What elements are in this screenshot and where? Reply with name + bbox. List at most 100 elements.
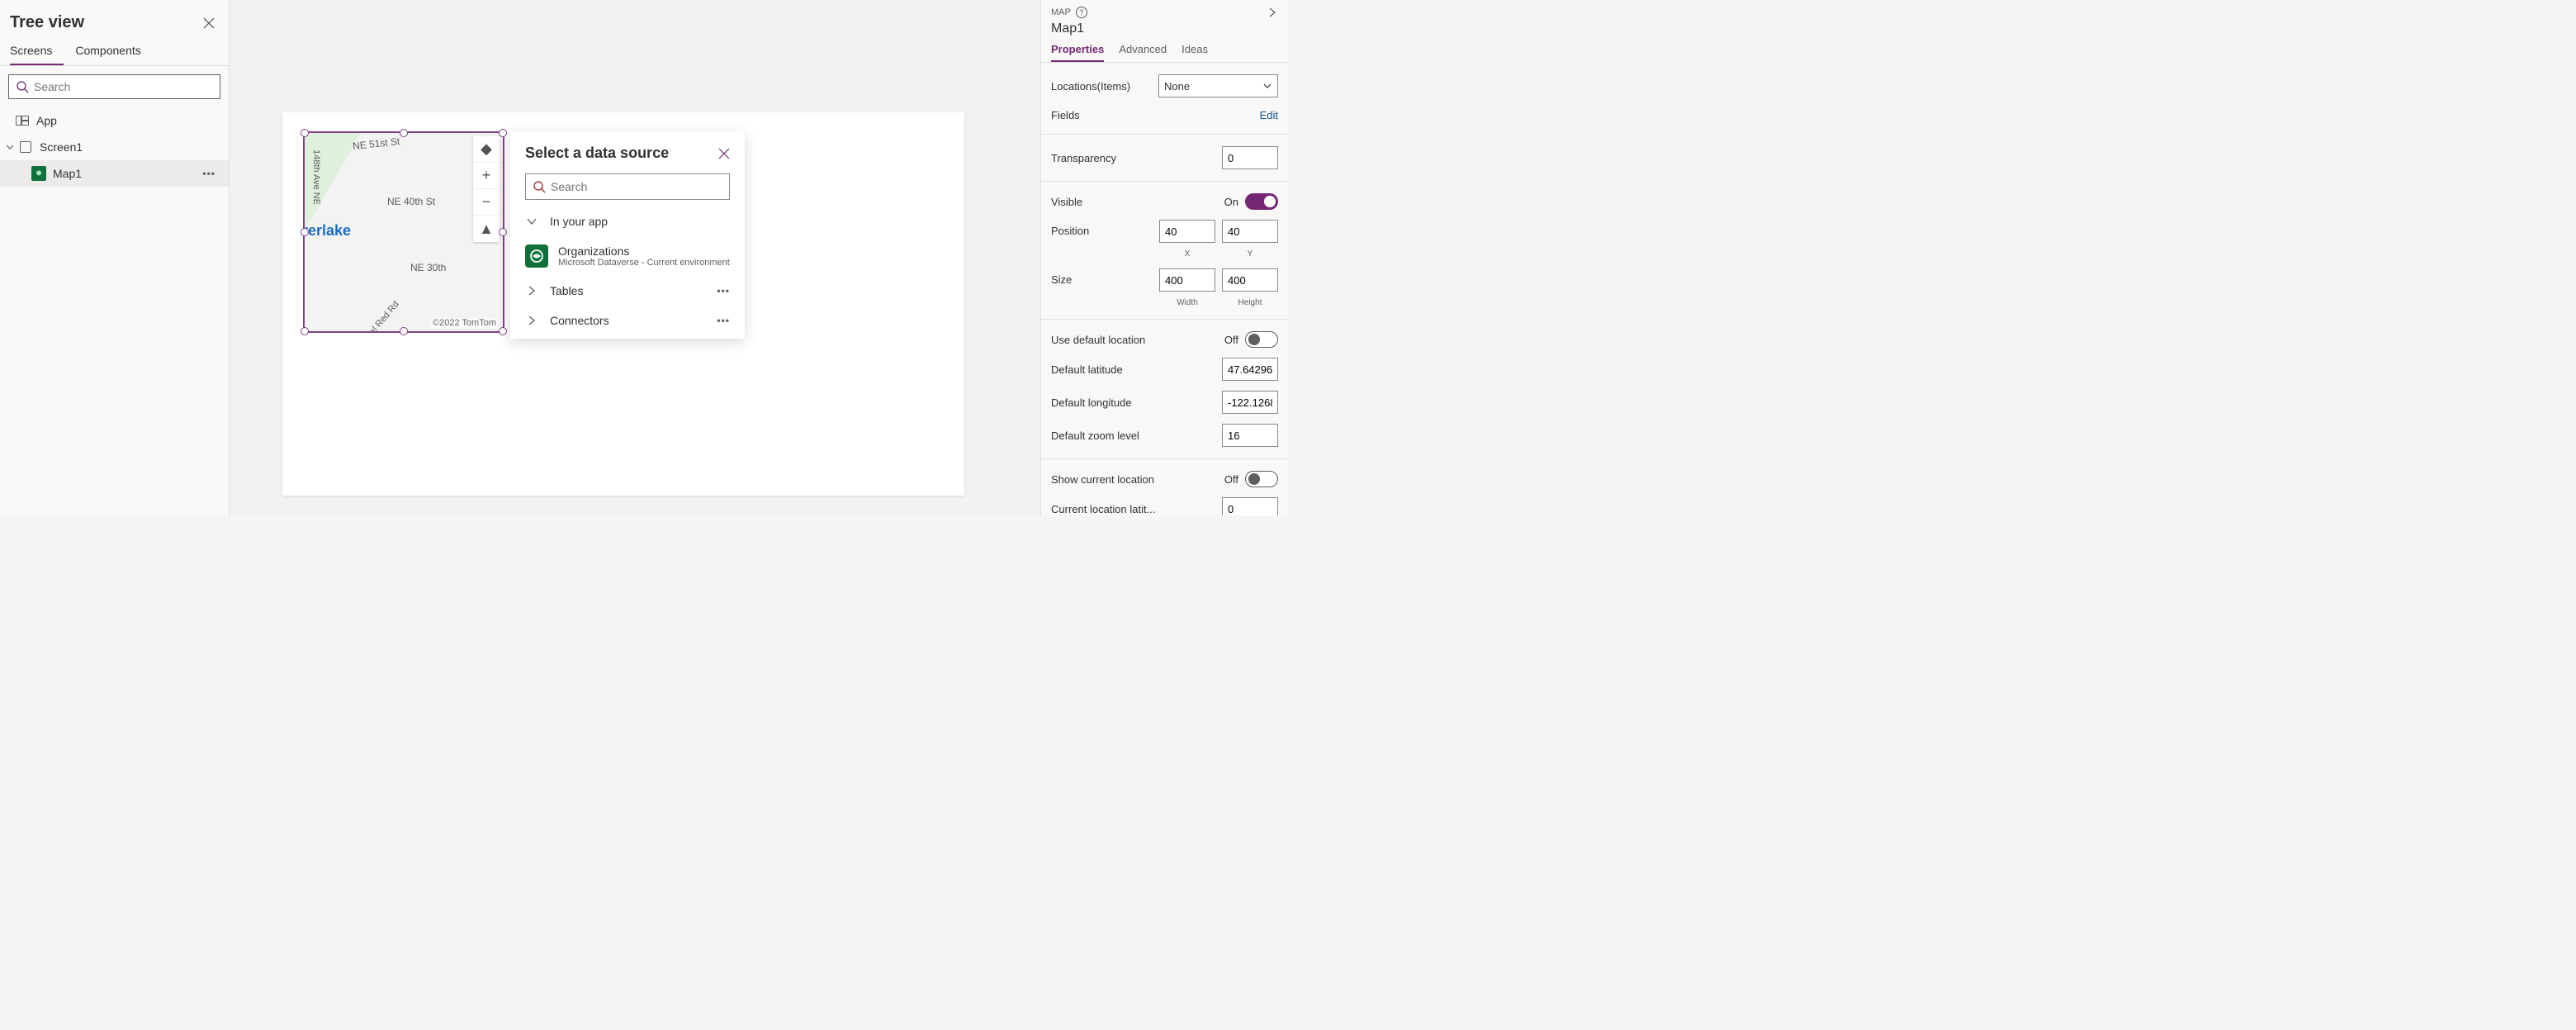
- default-lat-input[interactable]: [1222, 358, 1278, 381]
- screen-icon: [20, 141, 31, 153]
- tree-view-panel: Tree view Screens Components App Screen1…: [0, 0, 230, 515]
- resize-handle[interactable]: [301, 228, 309, 236]
- map-street-label: NE 40th St: [387, 196, 435, 207]
- default-lon-input[interactable]: [1222, 391, 1278, 414]
- search-icon: [533, 180, 546, 193]
- section-label: In your app: [550, 215, 608, 228]
- prop-label-default-lon: Default longitude: [1051, 396, 1132, 409]
- position-x-input[interactable]: [1159, 220, 1215, 243]
- data-source-name: Organizations: [558, 244, 730, 258]
- prop-label-use-default: Use default location: [1051, 334, 1145, 346]
- prop-label-show-current: Show current location: [1051, 473, 1154, 486]
- resize-handle[interactable]: [400, 327, 408, 335]
- section-in-your-app[interactable]: In your app: [510, 206, 745, 236]
- tab-screens[interactable]: Screens: [10, 39, 64, 65]
- data-source-search[interactable]: [525, 173, 730, 200]
- visible-state-label: On: [1224, 196, 1238, 208]
- chevron-down-icon: [1262, 81, 1272, 91]
- prop-label-fields: Fields: [1051, 109, 1080, 121]
- tab-advanced[interactable]: Advanced: [1119, 43, 1167, 62]
- x-axis-label: X: [1159, 249, 1215, 259]
- height-label: Height: [1222, 298, 1278, 307]
- map-street-label: el Red Rd: [367, 299, 401, 331]
- map-street-label: NE 30th: [410, 262, 446, 273]
- use-default-toggle[interactable]: [1245, 331, 1278, 348]
- resize-handle[interactable]: [499, 327, 507, 335]
- close-icon[interactable]: [202, 17, 215, 30]
- data-source-search-input[interactable]: [551, 180, 722, 193]
- fields-edit-link[interactable]: Edit: [1260, 109, 1278, 121]
- tab-ideas[interactable]: Ideas: [1181, 43, 1208, 62]
- resize-handle[interactable]: [301, 129, 309, 137]
- tree-item-map1[interactable]: Map1 •••: [0, 160, 229, 187]
- resize-handle[interactable]: [499, 228, 507, 236]
- show-current-state-label: Off: [1224, 473, 1238, 486]
- transparency-input[interactable]: [1222, 146, 1278, 169]
- section-label: Tables: [550, 284, 583, 297]
- device-frame: 148th Ave NE NE 51st St NE 40th St verla…: [282, 112, 964, 496]
- show-current-toggle[interactable]: [1245, 471, 1278, 487]
- tree-item-app[interactable]: App: [0, 107, 229, 134]
- prop-label-locations: Locations(Items): [1051, 80, 1130, 93]
- search-icon: [16, 80, 29, 93]
- y-axis-label: Y: [1222, 249, 1278, 259]
- prop-label-visible: Visible: [1051, 196, 1082, 208]
- width-label: Width: [1159, 298, 1215, 307]
- popup-title: Select a data source: [525, 145, 669, 162]
- tree-item-label: Screen1: [40, 140, 83, 154]
- section-connectors[interactable]: Connectors •••: [510, 306, 745, 335]
- section-label: Connectors: [550, 314, 609, 327]
- chevron-right-icon[interactable]: [1267, 7, 1278, 18]
- position-y-input[interactable]: [1222, 220, 1278, 243]
- zoom-in-button[interactable]: +: [473, 163, 500, 189]
- data-source-sub: Microsoft Dataverse - Current environmen…: [558, 258, 730, 268]
- more-icon[interactable]: •••: [202, 168, 215, 179]
- tab-properties[interactable]: Properties: [1051, 43, 1104, 62]
- tree-view-title: Tree view: [10, 13, 84, 32]
- resize-handle[interactable]: [499, 129, 507, 137]
- map-surface: 148th Ave NE NE 51st St NE 40th St verla…: [305, 133, 503, 331]
- more-icon[interactable]: •••: [717, 315, 730, 326]
- map-control[interactable]: 148th Ave NE NE 51st St NE 40th St verla…: [303, 131, 504, 333]
- tab-components[interactable]: Components: [75, 39, 152, 65]
- prop-label-default-zoom: Default zoom level: [1051, 430, 1139, 442]
- control-type-label: MAP: [1051, 7, 1071, 17]
- visible-toggle[interactable]: [1245, 193, 1278, 210]
- dataverse-icon: [525, 244, 548, 268]
- properties-panel: MAP ? Map1 Properties Advanced Ideas Loc…: [1040, 0, 1288, 515]
- tree-search-box[interactable]: [8, 74, 220, 99]
- prop-label-position: Position: [1051, 220, 1089, 237]
- chevron-right-icon: [525, 314, 538, 327]
- size-width-input[interactable]: [1159, 268, 1215, 292]
- compass-icon[interactable]: ◆: [473, 136, 500, 163]
- map-controls: ◆ + − ▲: [473, 136, 500, 242]
- zoom-out-button[interactable]: −: [473, 189, 500, 216]
- map-street-label: 148th Ave NE: [311, 150, 321, 205]
- map-place-label: verlake: [305, 222, 351, 240]
- design-canvas: 148th Ave NE NE 51st St NE 40th St verla…: [230, 0, 1040, 515]
- locations-select[interactable]: None: [1158, 74, 1278, 97]
- map-icon: [31, 166, 46, 181]
- size-height-input[interactable]: [1222, 268, 1278, 292]
- prop-label-size: Size: [1051, 268, 1072, 286]
- close-icon[interactable]: [718, 148, 730, 159]
- more-icon[interactable]: •••: [717, 285, 730, 297]
- map-attribution: ©2022 TomTom: [431, 318, 498, 328]
- current-lat-input[interactable]: [1222, 497, 1278, 515]
- locations-value: None: [1164, 80, 1190, 93]
- resize-handle[interactable]: [400, 129, 408, 137]
- resize-handle[interactable]: [301, 327, 309, 335]
- data-source-popup: Select a data source In your app Organiz…: [510, 131, 745, 339]
- section-tables[interactable]: Tables •••: [510, 276, 745, 306]
- pitch-button[interactable]: ▲: [473, 216, 500, 242]
- help-icon[interactable]: ?: [1076, 7, 1087, 18]
- map-street-label: NE 51st St: [352, 135, 400, 152]
- data-source-organizations[interactable]: Organizations Microsoft Dataverse - Curr…: [510, 236, 745, 276]
- prop-label-current-lat: Current location latit...: [1051, 503, 1155, 515]
- tree-item-screen1[interactable]: Screen1: [0, 134, 229, 160]
- default-zoom-input[interactable]: [1222, 424, 1278, 447]
- prop-label-transparency: Transparency: [1051, 152, 1116, 164]
- app-icon: [16, 116, 29, 126]
- tree-search-input[interactable]: [34, 80, 213, 93]
- prop-label-default-lat: Default latitude: [1051, 363, 1123, 376]
